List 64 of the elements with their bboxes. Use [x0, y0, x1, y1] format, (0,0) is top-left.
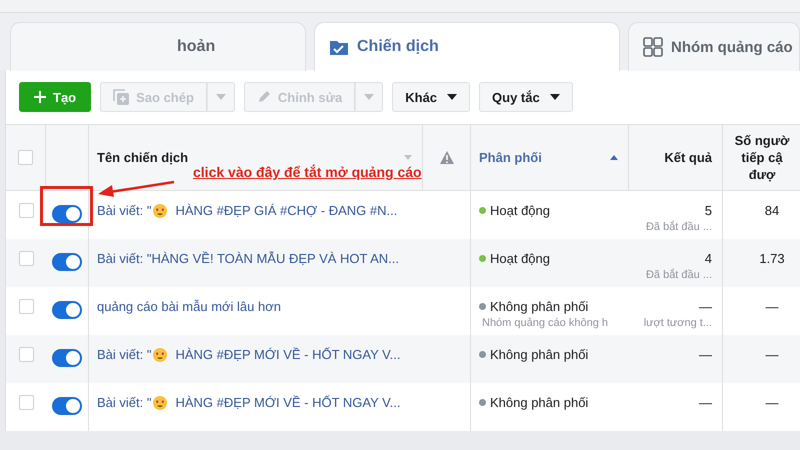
campaign-link[interactable]: quảng cáo bài mẫu mới lâu hơn	[97, 299, 281, 314]
folder-check-icon	[329, 38, 349, 56]
dropdown-button[interactable]	[355, 82, 384, 112]
campaign-link[interactable]: Bài viết: " HÀNG #ĐẸP MỚI VỀ - HỐT NGAY V...	[97, 395, 400, 410]
caret-icon	[550, 94, 560, 100]
sort-down-icon	[404, 155, 412, 160]
status-note: Nhóm quảng cáo không h	[481, 317, 608, 329]
toggle-switch[interactable]	[52, 205, 82, 223]
reach-value: —	[766, 347, 778, 362]
reach-value: —	[766, 395, 778, 410]
dropdown-button[interactable]	[206, 82, 235, 112]
result-value: —	[699, 395, 712, 410]
result-note: Đã bắt đầu ...	[646, 221, 712, 233]
sort-up-icon	[610, 155, 618, 160]
checkbox[interactable]	[18, 150, 33, 165]
reach-value: —	[766, 299, 778, 314]
status-text: Không phân phối	[490, 395, 588, 410]
toggle-switch[interactable]	[52, 301, 82, 319]
campaign-link[interactable]: Bài viết: " HÀNG #ĐẸP GIÁ #CHỢ - ĐANG #N...	[97, 203, 398, 218]
reach-value: 1.73	[759, 251, 785, 266]
column-header[interactable]: Phân phối	[479, 149, 542, 166]
highlight-frame	[40, 186, 93, 226]
column-header[interactable]: Kết quả	[664, 149, 712, 166]
warning-icon	[440, 151, 454, 164]
reach-value: 84	[764, 203, 780, 218]
toggle-switch[interactable]	[52, 253, 82, 271]
grid-icon	[643, 37, 663, 57]
create-button[interactable]: Tạo	[19, 82, 92, 112]
result-value: —	[699, 347, 712, 362]
column-header[interactable]: Tên chiến dịch	[97, 149, 188, 166]
checkbox[interactable]	[18, 251, 34, 266]
smiling-face-icon	[153, 348, 168, 362]
toggle-switch[interactable]	[52, 397, 82, 415]
result-value: 4	[704, 251, 712, 266]
plus-icon	[34, 91, 46, 103]
column-header[interactable]: Số ngườ tiếp cậ đượ	[734, 132, 790, 183]
checkbox[interactable]	[18, 299, 34, 314]
result-note: Đã bắt đầu ...	[646, 269, 712, 281]
status-text: Hoạt động	[490, 203, 550, 218]
result-value: 5	[704, 203, 712, 218]
caret-icon	[216, 94, 226, 100]
tab[interactable]: Chiến dịch	[314, 22, 620, 71]
menu-button[interactable]: Khác	[392, 82, 470, 112]
smiling-face-icon	[153, 396, 168, 410]
status-text: Không phân phối	[490, 299, 588, 314]
campaign-link[interactable]: Bài viết: "HÀNG VỀ! TOÀN MẪU ĐẸP VÀ HOT AN...	[97, 251, 400, 266]
status-text: Hoạt động	[490, 251, 550, 266]
toggle-switch[interactable]	[52, 349, 82, 367]
campaign-link[interactable]: Bài viết: " HÀNG #ĐẸP MỚI VỀ - HỐT NGAY V...	[97, 347, 400, 362]
result-value: —	[699, 299, 712, 314]
tab[interactable]: hoản	[10, 22, 306, 71]
status-text: Không phân phối	[490, 347, 588, 362]
annotation-text: click vào đây để tắt mở quảng cáo	[193, 164, 422, 180]
duplicate-icon	[113, 89, 130, 105]
checkbox[interactable]	[18, 395, 34, 410]
menu-button[interactable]: Quy tắc	[479, 82, 573, 112]
checkbox[interactable]	[18, 347, 34, 362]
caret-icon	[447, 94, 458, 100]
checkbox[interactable]	[18, 203, 34, 218]
result-note: lượt tương t...	[644, 317, 712, 329]
caret-icon	[364, 94, 374, 100]
tab[interactable]: Nhóm quảng cáo	[628, 22, 800, 71]
smiling-face-icon	[153, 204, 168, 218]
pencil-icon	[256, 90, 271, 104]
